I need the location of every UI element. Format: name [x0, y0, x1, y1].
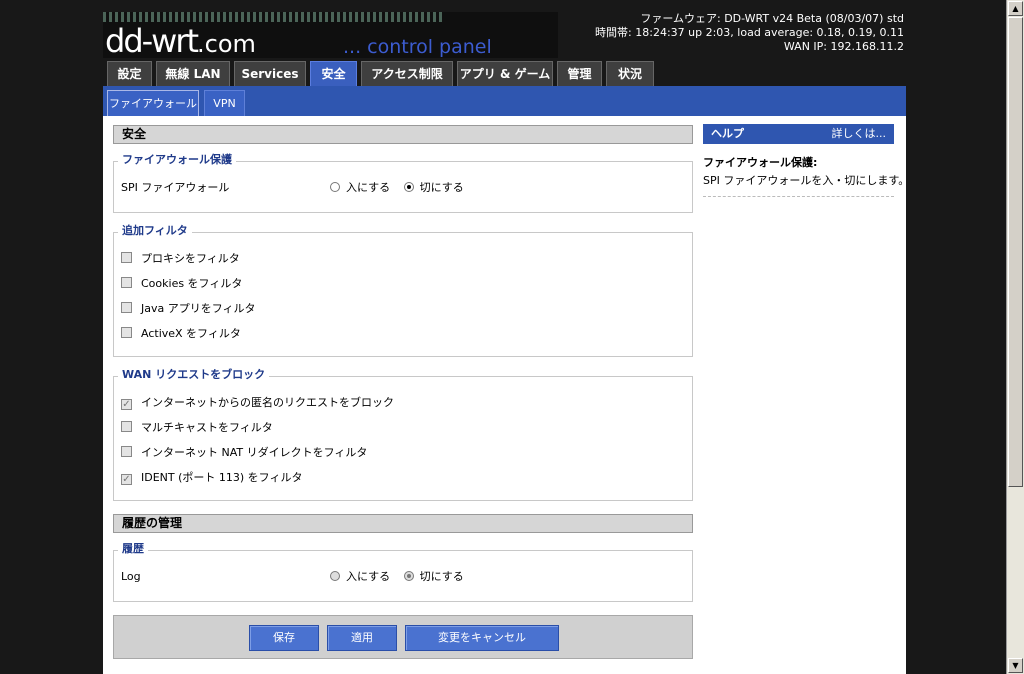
firmware-version: ファームウェア: DD-WRT v24 Beta (08/03/07) std — [640, 12, 904, 25]
filter-activex-label: ActiveX をフィルタ — [141, 327, 241, 340]
filter-nat-redirect-label: インターネット NAT リダイレクトをフィルタ — [141, 446, 368, 459]
header: dd-wrt.com ... control panel ファームウェア: DD… — [103, 0, 906, 87]
log-enable-label: 入にする — [346, 570, 391, 583]
tab-access-restrictions[interactable]: アクセス制限 — [361, 61, 453, 86]
filter-ident-label: IDENT (ポート 113) をフィルタ — [141, 471, 303, 484]
log-group: 履歴 Log 入にする 切にする — [113, 542, 693, 602]
filter-java-label: Java アプリをフィルタ — [141, 302, 256, 315]
button-bar: 保存 適用 変更をキャンセル — [113, 615, 693, 659]
filter-nat-redirect-row: インターネット NAT リダイレクトをフィルタ — [121, 444, 367, 462]
logo-text: dd-wrt.com — [105, 24, 256, 61]
apply-button[interactable]: 適用 — [327, 625, 397, 651]
subtab-vpn[interactable]: VPN — [204, 90, 245, 116]
help-divider — [703, 196, 894, 197]
spi-firewall-label: SPI ファイアウォール — [121, 181, 230, 194]
logo-bars — [103, 12, 443, 22]
cancel-changes-button[interactable]: 変更をキャンセル — [405, 625, 559, 651]
log-legend: 履歴 — [118, 542, 148, 556]
filter-cookies-row: Cookies をフィルタ — [121, 275, 242, 293]
help-header: ヘルプ 詳しくは... — [703, 124, 894, 144]
filter-java-checkbox[interactable] — [121, 302, 132, 313]
filter-multicast-row: マルチキャストをフィルタ — [121, 419, 273, 437]
security-section-title: 安全 — [113, 125, 693, 144]
tab-status[interactable]: 状況 — [606, 61, 654, 86]
help-topic: ファイアウォール保護: — [703, 156, 818, 169]
logo: dd-wrt.com ... control panel — [103, 12, 558, 58]
tab-security[interactable]: 安全 — [310, 61, 357, 87]
scroll-up-icon[interactable]: ▲ — [1008, 1, 1023, 16]
wan-ip: WAN IP: 192.168.11.2 — [783, 40, 904, 53]
help-text: SPI ファイアウォールを入・切にします。 — [703, 174, 910, 187]
log-radio-group: 入にする 切にする — [330, 568, 474, 586]
subtab-firewall[interactable]: ファイアウォール — [107, 90, 199, 116]
spi-firewall-radio-group: 入にする 切にする — [330, 179, 474, 197]
filter-proxy-label: プロキシをフィルタ — [141, 252, 240, 265]
logo-subtitle: ... control panel — [343, 36, 492, 58]
spi-disable-label: 切にする — [419, 181, 464, 194]
tab-setup[interactable]: 設定 — [107, 61, 152, 86]
wan-block-legend: WAN リクエストをブロック — [118, 368, 270, 382]
block-anonymous-label: インターネットからの匿名のリクエストをブロック — [141, 396, 394, 409]
filter-cookies-label: Cookies をフィルタ — [141, 277, 243, 290]
log-enable-radio[interactable] — [330, 571, 340, 581]
spi-enable-radio[interactable] — [330, 182, 340, 192]
spi-enable-label: 入にする — [346, 181, 391, 194]
filter-ident-checkbox[interactable]: ✓ — [121, 474, 132, 485]
sub-navigation: ファイアウォール VPN — [103, 86, 906, 116]
page: dd-wrt.com ... control panel ファームウェア: DD… — [103, 0, 910, 674]
logo-main: dd-wrt — [105, 22, 199, 60]
filter-activex-row: ActiveX をフィルタ — [121, 325, 241, 343]
log-label: Log — [121, 570, 141, 583]
filter-java-row: Java アプリをフィルタ — [121, 300, 256, 318]
save-button[interactable]: 保存 — [249, 625, 319, 651]
browser-frame: dd-wrt.com ... control panel ファームウェア: DD… — [0, 0, 1006, 674]
block-anonymous-checkbox[interactable]: ✓ — [121, 399, 132, 410]
filter-proxy-checkbox[interactable] — [121, 252, 132, 263]
filter-multicast-label: マルチキャストをフィルタ — [141, 421, 273, 434]
additional-filters-legend: 追加フィルタ — [118, 224, 192, 238]
scroll-down-icon[interactable]: ▼ — [1008, 658, 1023, 673]
tab-apps-gaming[interactable]: アプリ & ゲーム — [457, 61, 553, 86]
spi-disable-radio[interactable] — [403, 182, 414, 192]
filter-cookies-checkbox[interactable] — [121, 277, 132, 288]
filter-activex-checkbox[interactable] — [121, 327, 132, 338]
scrollbar-thumb[interactable] — [1008, 17, 1023, 487]
uptime: 時間帯: 18:24:37 up 2:03, load average: 0.1… — [595, 26, 904, 39]
firewall-protection-group: ファイアウォール保護 SPI ファイアウォール 入にする 切にする — [113, 153, 693, 213]
log-disable-label: 切にする — [419, 570, 464, 583]
block-anonymous-row: ✓ インターネットからの匿名のリクエストをブロック — [121, 394, 394, 412]
log-management-section-title: 履歴の管理 — [113, 514, 693, 533]
wan-block-group: WAN リクエストをブロック ✓ インターネットからの匿名のリクエストをブロック … — [113, 368, 693, 501]
vertical-scrollbar[interactable]: ▲ ▼ — [1006, 0, 1024, 674]
log-disable-radio[interactable] — [403, 571, 414, 581]
router-info: ファームウェア: DD-WRT v24 Beta (08/03/07) std … — [595, 12, 904, 54]
tab-wireless[interactable]: 無線 LAN — [156, 61, 230, 86]
filter-multicast-checkbox[interactable] — [121, 421, 132, 432]
filter-nat-redirect-checkbox[interactable] — [121, 446, 132, 457]
firewall-protection-legend: ファイアウォール保護 — [118, 153, 236, 167]
tab-services[interactable]: Services — [234, 61, 306, 86]
filter-proxy-row: プロキシをフィルタ — [121, 250, 240, 268]
logo-com: .com — [197, 30, 256, 58]
filter-ident-row: ✓ IDENT (ポート 113) をフィルタ — [121, 469, 302, 487]
additional-filters-group: 追加フィルタ プロキシをフィルタ Cookies をフィルタ Java アプリを… — [113, 224, 693, 357]
tab-administration[interactable]: 管理 — [557, 61, 602, 86]
help-more-link[interactable]: 詳しくは... — [832, 124, 887, 144]
help-title: ヘルプ — [711, 127, 744, 140]
